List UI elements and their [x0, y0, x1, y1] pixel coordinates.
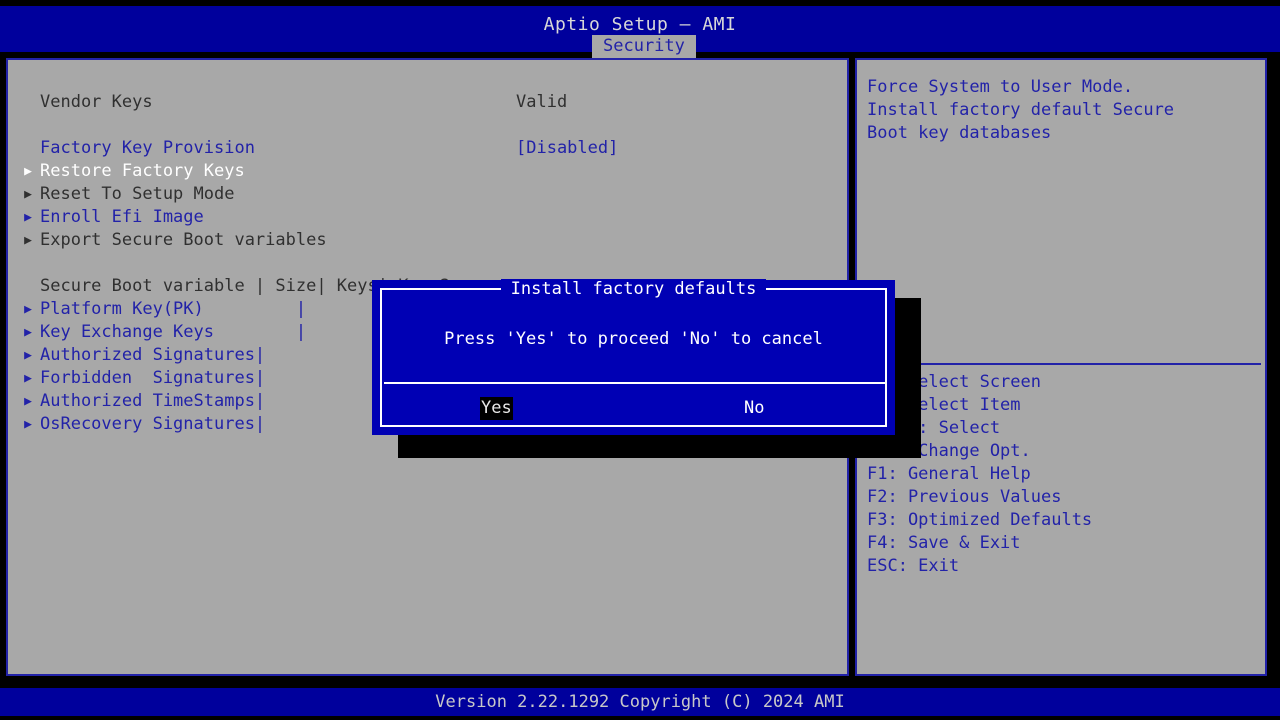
submenu-arrow-icon: ▶ [24, 417, 32, 432]
page-title: Aptio Setup – AMI [543, 14, 737, 35]
settings-row-export-secure-boot-variables[interactable]: ▶ Export Secure Boot variables [8, 229, 847, 252]
settings-row-value[interactable]: [Disabled] [516, 137, 618, 160]
submenu-arrow-icon: ▶ [24, 348, 32, 363]
settings-row-label: Factory Key Provision [40, 138, 255, 158]
tab-bar: Security [0, 35, 1280, 58]
dialog-message: Press 'Yes' to proceed 'No' to cancel [444, 329, 823, 349]
key-legend-item-7: F4: Save & Exit [867, 533, 1021, 553]
settings-row-label: Key Exchange Keys | [40, 322, 307, 342]
key-legend-item-2: Enter: Select [867, 418, 1001, 438]
dialog-title: Install factory defaults [500, 279, 767, 299]
settings-row-label: OsRecovery Signatures| [40, 414, 266, 434]
key-legend-item-0: ><: Select Screen [867, 372, 1041, 392]
key-legend-item-4: F1: General Help [867, 464, 1031, 484]
key-legend-item-1: ^v: Select Item [867, 395, 1021, 415]
tab-security[interactable]: Security [592, 35, 696, 58]
footer-bar: Version 2.22.1292 Copyright (C) 2024 AMI [0, 688, 1280, 716]
dialog-buttons: Yes No [382, 394, 885, 425]
submenu-arrow-icon: ▶ [24, 164, 32, 179]
settings-row-value: Valid [516, 92, 568, 112]
submenu-arrow-icon: ▶ [24, 233, 32, 248]
bios-screen: Aptio Setup – AMI Security Vendor Keys Va… [0, 0, 1280, 720]
settings-row-reset-to-setup-mode[interactable]: ▶ Reset To Setup Mode [8, 183, 847, 206]
dialog-separator [384, 382, 887, 384]
settings-row-label: Authorized TimeStamps| [40, 391, 266, 411]
install-factory-defaults-dialog: Install factory defaults Press 'Yes' to … [372, 279, 895, 435]
title-bar: Aptio Setup – AMI Security [0, 6, 1280, 58]
dialog-title-wrap: Install factory defaults [382, 278, 885, 301]
submenu-arrow-icon: ▶ [24, 371, 32, 386]
settings-row-label: Reset To Setup Mode [40, 184, 235, 204]
settings-row-label: Export Secure Boot variables [40, 230, 327, 250]
settings-row-label: Forbidden Signatures| [40, 368, 266, 388]
submenu-arrow-icon: ▶ [24, 325, 32, 340]
settings-row-label: Restore Factory Keys [40, 161, 245, 181]
submenu-arrow-icon: ▶ [24, 187, 32, 202]
settings-row-label: Enroll Efi Image [40, 207, 204, 227]
settings-row-label: Platform Key(PK) | [40, 299, 307, 319]
yes-button[interactable]: Yes [480, 397, 513, 420]
key-legend-item-5: F2: Previous Values [867, 487, 1062, 507]
settings-row-enroll-efi-image[interactable]: ▶ Enroll Efi Image [8, 206, 847, 229]
settings-row-vendor-keys: Vendor Keys Valid [8, 91, 847, 114]
help-separator [861, 363, 1261, 365]
settings-row-label: Authorized Signatures| [40, 345, 266, 365]
settings-row-label: Vendor Keys [40, 92, 153, 112]
submenu-arrow-icon: ▶ [24, 302, 32, 317]
version-text: Version 2.22.1292 Copyright (C) 2024 AMI [435, 692, 845, 712]
no-button[interactable]: No [743, 397, 765, 420]
key-legend-item-3: +/-: Change Opt. [867, 441, 1031, 461]
key-legend-item-8: ESC: Exit [867, 556, 960, 576]
settings-row-restore-factory-keys[interactable]: ▶ Restore Factory Keys [8, 160, 847, 183]
key-legend-item-6: F3: Optimized Defaults [867, 510, 1093, 530]
submenu-arrow-icon: ▶ [24, 210, 32, 225]
dialog-frame: Install factory defaults Press 'Yes' to … [380, 279, 887, 427]
settings-row-factory-key-provision[interactable]: Factory Key Provision [Disabled] [8, 137, 847, 160]
submenu-arrow-icon: ▶ [24, 394, 32, 409]
help-description: Force System to User Mode. Install facto… [867, 77, 1175, 143]
key-legend: ><: Select Screen ^v: Select Item Enter: S… [867, 371, 1259, 578]
